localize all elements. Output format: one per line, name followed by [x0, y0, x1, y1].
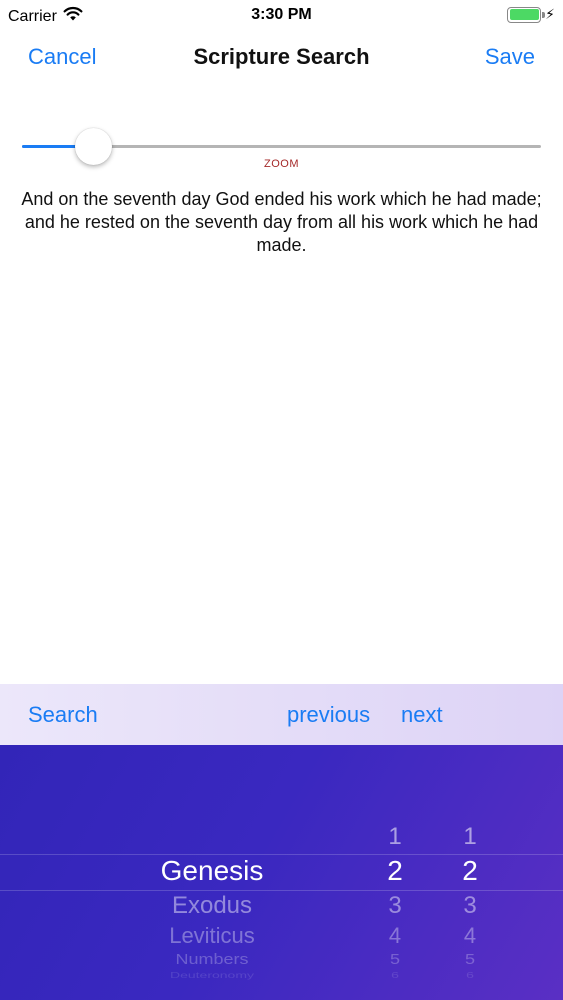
- chapter-option[interactable]: 3: [375, 894, 415, 918]
- book-option[interactable]: Exodus: [112, 894, 312, 918]
- picker-selection-top-line: [0, 854, 563, 855]
- chapter-option[interactable]: 5: [375, 952, 415, 966]
- status-bar: Carrier 3:30 PM ⚡: [0, 0, 563, 30]
- picker-selection-bottom-line: [0, 890, 563, 891]
- verse-option-selected[interactable]: 2: [450, 857, 490, 885]
- scripture-picker[interactable]: Genesis Exodus Leviticus Numbers Deuteronomy…: [0, 745, 563, 1000]
- chapter-option[interactable]: 6: [375, 971, 415, 979]
- verse-option[interactable]: 5: [450, 952, 490, 966]
- previous-button[interactable]: previous: [287, 702, 370, 728]
- book-option[interactable]: Leviticus: [112, 925, 312, 947]
- charging-bolt-icon: ⚡: [545, 6, 555, 22]
- navigation-bar: Cancel Scripture Search Save: [0, 30, 563, 86]
- verse-option[interactable]: 4: [450, 925, 490, 947]
- picker-toolbar: Search previous next: [0, 684, 563, 745]
- battery-icon: [507, 6, 546, 23]
- battery-fill: [509, 9, 539, 20]
- status-time: 3:30 PM: [251, 6, 312, 23]
- verse-option[interactable]: 1: [450, 825, 490, 849]
- battery-cap: [542, 11, 546, 18]
- verse-option[interactable]: 6: [450, 971, 490, 979]
- verse-text: And on the seventh day God ended his wor…: [21, 189, 542, 255]
- verse-option[interactable]: 3: [450, 894, 490, 918]
- zoom-label: ZOOM: [264, 158, 299, 170]
- cancel-button[interactable]: Cancel: [28, 44, 96, 70]
- book-option[interactable]: Numbers: [112, 952, 312, 966]
- search-button[interactable]: Search: [28, 702, 98, 728]
- chapter-option[interactable]: 4: [375, 925, 415, 947]
- chapter-option-selected[interactable]: 2: [375, 857, 415, 885]
- book-option-selected[interactable]: Genesis: [112, 857, 312, 885]
- save-button[interactable]: Save: [485, 44, 535, 70]
- book-option[interactable]: Deuteronomy: [112, 971, 312, 979]
- next-button[interactable]: next: [401, 702, 443, 728]
- chapter-option[interactable]: 1: [375, 825, 415, 849]
- status-right: ⚡: [507, 6, 555, 23]
